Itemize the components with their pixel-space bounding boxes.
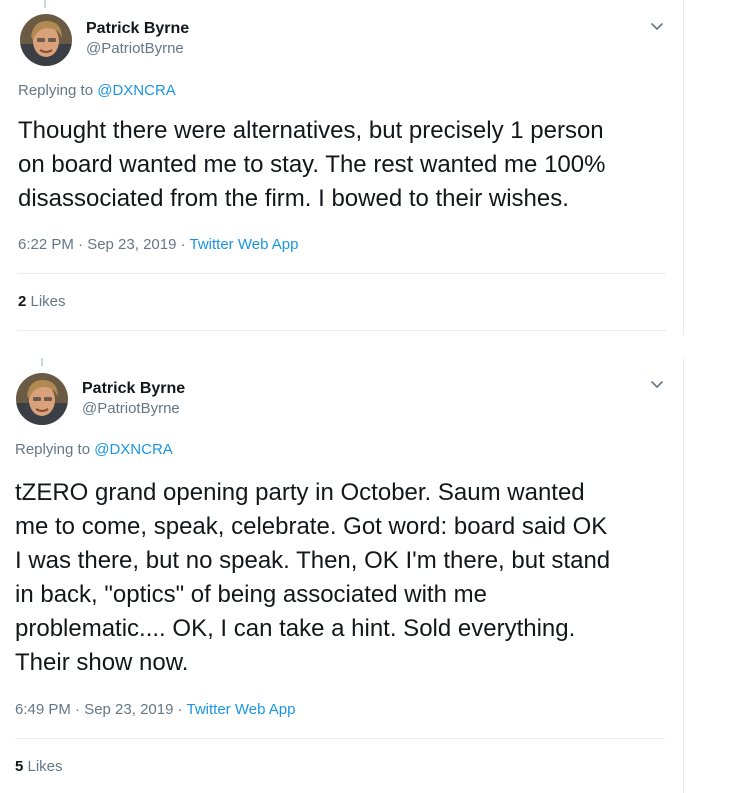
replying-to-label: Replying to [18, 82, 98, 99]
divider [18, 330, 666, 331]
replying-to: Replying to @DXNCRA [15, 441, 173, 458]
tweet[interactable]: Patrick Byrne @PatriotByrne Replying to … [0, 0, 684, 335]
profile-photo-icon [20, 14, 72, 66]
likes-label: Likes [26, 293, 66, 310]
timestamp-link[interactable]: 6:22 PM · Sep 23, 2019 · [18, 236, 190, 253]
divider [15, 738, 665, 739]
replying-to-mention-link[interactable]: @DXNCRA [94, 441, 173, 458]
timestamp-link[interactable]: 6:49 PM · Sep 23, 2019 · [15, 701, 187, 718]
tweet[interactable]: Patrick Byrne @PatriotByrne Replying to … [0, 358, 684, 793]
replying-to-label: Replying to [15, 441, 95, 458]
tweet-author[interactable]: Patrick Byrne @PatriotByrne [86, 18, 189, 59]
tweet-text: Thought there were alternatives, but pre… [18, 117, 606, 212]
profile-photo-icon [16, 373, 68, 425]
chevron-down-icon[interactable] [649, 18, 665, 34]
tweet-timestamp: 6:22 PM · Sep 23, 2019 · Twitter Web App [18, 236, 298, 253]
display-name[interactable]: Patrick Byrne [82, 378, 185, 399]
display-name[interactable]: Patrick Byrne [86, 18, 189, 39]
avatar[interactable] [16, 373, 68, 425]
user-handle[interactable]: @PatriotByrne [82, 399, 185, 419]
tweet-text: tZERO grand opening party in October. Sa… [15, 479, 611, 676]
likes-stat[interactable]: 2 Likes [18, 293, 66, 310]
source-app-link[interactable]: Twitter Web App [190, 236, 299, 253]
thread-connector-line [41, 358, 43, 366]
likes-stat[interactable]: 5 Likes [15, 758, 63, 775]
tweet-author[interactable]: Patrick Byrne @PatriotByrne [82, 378, 185, 419]
likes-label: Likes [23, 758, 63, 775]
thread-connector-line [44, 0, 46, 8]
replying-to-mention-link[interactable]: @DXNCRA [97, 82, 176, 99]
chevron-down-icon[interactable] [649, 376, 665, 392]
replying-to: Replying to @DXNCRA [18, 82, 176, 99]
divider [18, 273, 666, 274]
user-handle[interactable]: @PatriotByrne [86, 39, 189, 59]
source-app-link[interactable]: Twitter Web App [187, 701, 296, 718]
avatar[interactable] [20, 14, 72, 66]
tweet-timestamp: 6:49 PM · Sep 23, 2019 · Twitter Web App [15, 701, 295, 718]
